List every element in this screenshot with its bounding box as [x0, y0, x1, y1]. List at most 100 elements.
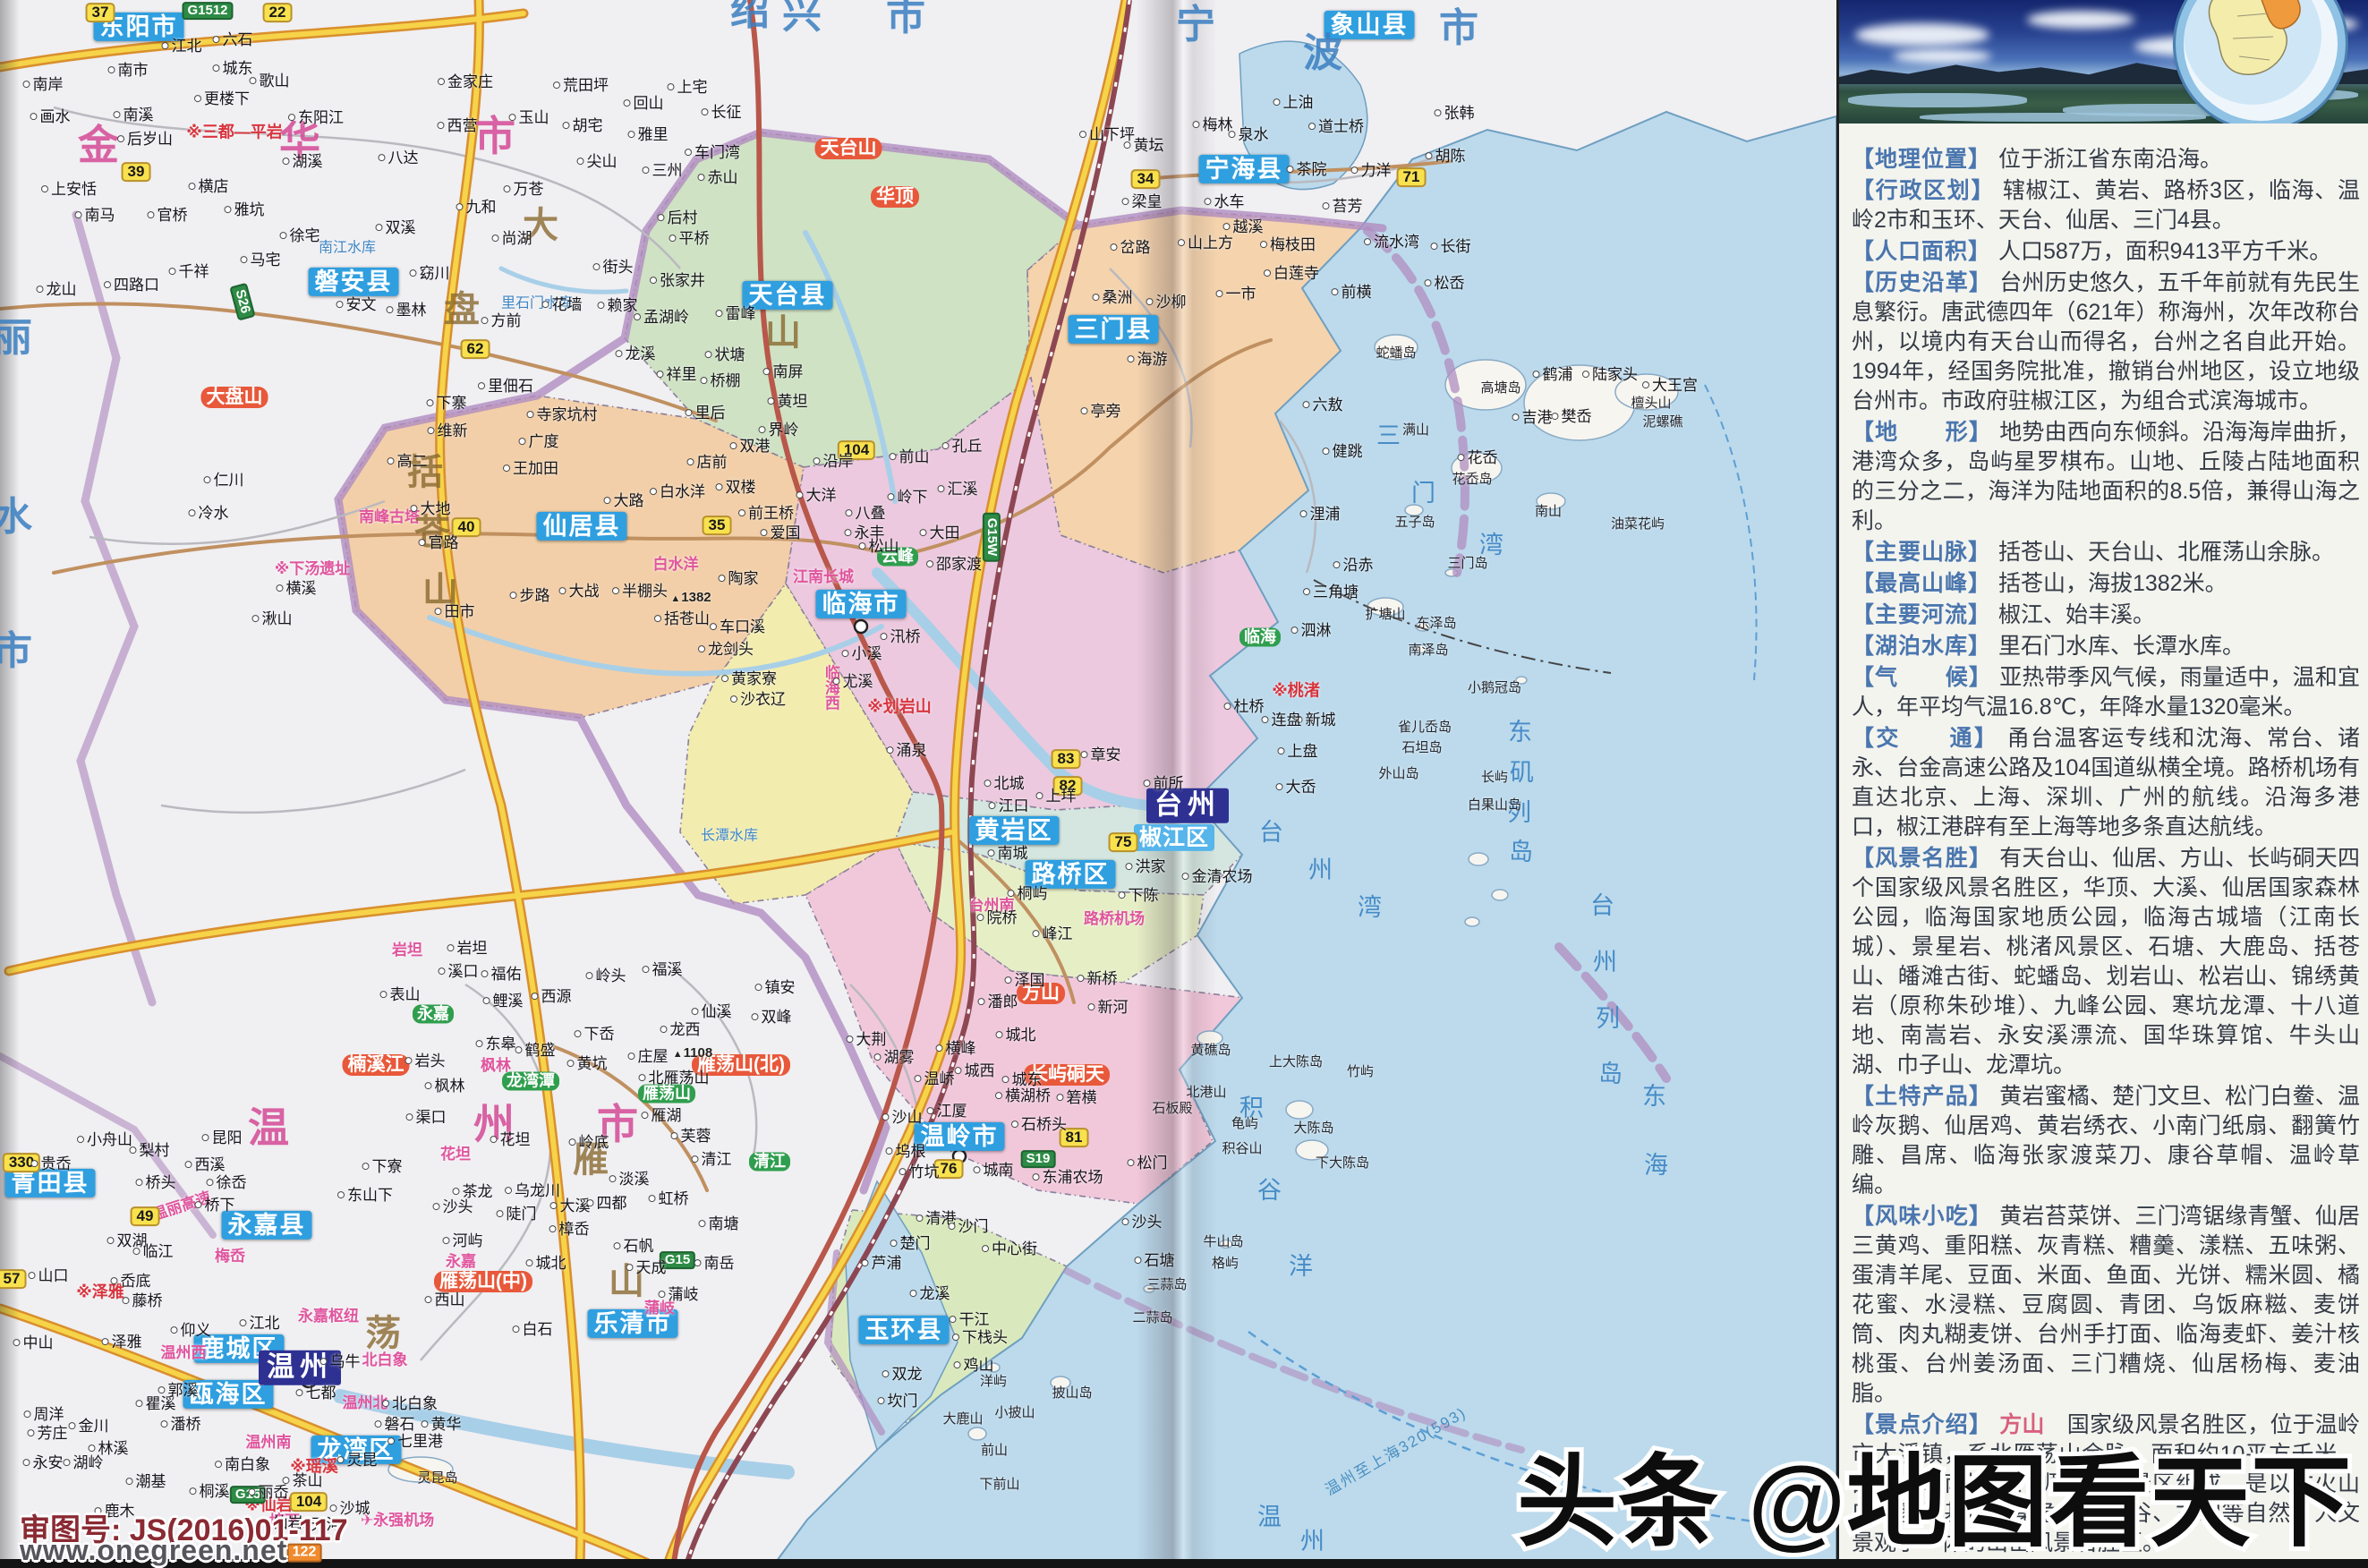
town-label: 孔丘 — [942, 439, 983, 455]
town-label: 双港 — [730, 439, 771, 455]
isl-label: 东泽岛 — [1416, 616, 1457, 632]
town-label: 窈川 — [410, 266, 450, 282]
town-label: 花岙 — [1458, 450, 1498, 466]
town-label: 沙山 — [882, 1110, 923, 1126]
isl-label: 上大陈岛 — [1268, 1054, 1324, 1070]
isl-label: 扩塘山 — [1365, 607, 1406, 623]
town-label: 楚门 — [890, 1236, 931, 1252]
town-label: 括苍山 — [654, 611, 710, 627]
isl-label: 高塘岛 — [1480, 380, 1521, 396]
shy-label: 71 — [1396, 167, 1427, 187]
isl-label: 格屿 — [1211, 1256, 1239, 1272]
town-label: 双龙 — [882, 1367, 923, 1383]
town-label: 六敖 — [1303, 397, 1343, 413]
town-label: 樊岙 — [1552, 409, 1592, 425]
town-label: 金家庄 — [438, 74, 493, 90]
town-label: 徐宅 — [280, 228, 320, 244]
town-label: 溪口 — [439, 964, 479, 980]
section-label: 【历史沿革】 — [1852, 270, 2000, 295]
town-label: 黄坑 — [567, 1056, 608, 1072]
town-label: 上油 — [1273, 95, 1314, 111]
town-label: 江北 — [162, 38, 202, 55]
green-label: 临海 — [1239, 627, 1281, 647]
section-label: 【地理位置】 — [1852, 147, 1998, 172]
town-label: 后岁山 — [117, 132, 173, 148]
isl-label: 白果山岛 — [1467, 797, 1522, 814]
town-label: 八叠 — [846, 506, 886, 522]
green-label: 永嘉 — [413, 1004, 454, 1024]
town-label: 大地 — [411, 501, 451, 517]
town-label: 上宅 — [668, 80, 708, 96]
town-label: 横湖桥 — [995, 1088, 1051, 1104]
town-label: 赤山 — [698, 170, 738, 186]
water-label: 东 — [1642, 1082, 1669, 1110]
town-label: 九和 — [456, 200, 497, 216]
town-label: 七里港 — [388, 1434, 443, 1450]
town-label: 温峤 — [915, 1071, 955, 1087]
water-label: 湾 — [1479, 531, 1506, 558]
section-label: 【风景名胜】 — [1852, 846, 2000, 871]
town-label: 河屿 — [443, 1233, 483, 1249]
town-label: 虹桥 — [649, 1191, 689, 1207]
town-label: 横溪 — [277, 581, 317, 597]
town-label: 石塘 — [1135, 1253, 1175, 1269]
town-label: 一市 — [1216, 286, 1256, 303]
section-label: 【行政区划】 — [1852, 178, 2003, 203]
town-label: 松门 — [1128, 1155, 1168, 1172]
town-label: 湖溪 — [283, 154, 323, 170]
town-label: 南溪 — [114, 107, 154, 124]
scenic-label: 楠溪江 — [342, 1053, 410, 1077]
town-label: 方前 — [481, 313, 522, 329]
town-label: 乌龙川 — [505, 1183, 560, 1199]
town-label: 龙剑头 — [698, 642, 754, 658]
pink-label: 温州南 — [245, 1434, 292, 1452]
isl-label: 蛇蟠岛 — [1376, 345, 1417, 362]
pink-label: 岩坦 — [392, 942, 422, 959]
bigm-label: 金 — [78, 121, 119, 168]
town-label: 尤溪 — [833, 674, 873, 690]
town-label: 小溪 — [842, 646, 882, 662]
town-label: 广度 — [519, 434, 559, 450]
bigbl-label: 绍 — [730, 0, 770, 33]
scentxt-label: ※桃渚 — [1272, 681, 1320, 700]
section-label: 【地 形】 — [1852, 420, 2000, 445]
town-label: 昆阳 — [202, 1130, 243, 1146]
town-label: 孟湖岭 — [634, 310, 689, 326]
town-label: 仰义 — [171, 1323, 211, 1339]
water-label: 矶 — [1510, 758, 1537, 786]
town-label: 潮基 — [126, 1474, 166, 1490]
town-label: 花坦 — [490, 1132, 531, 1148]
water-label: 海 — [1644, 1151, 1671, 1179]
inset-map-art — [2184, 0, 2321, 105]
isl-label: 大陈岛 — [1293, 1121, 1334, 1137]
town-label: 海游 — [1128, 352, 1168, 368]
isl-label: 雀儿岙岛 — [1397, 720, 1452, 736]
res-label: 长潭水库 — [700, 828, 759, 844]
info-panel: 【地理位置】 位于浙江省东南沿海。 【行政区划】 辖椒江、黄岩、路桥3区，临海、… — [1836, 0, 2368, 1568]
bigbr-label: 山 — [765, 313, 801, 353]
town-label: 里后 — [686, 405, 726, 422]
green-label: 雁荡山 — [638, 1084, 695, 1104]
isl-label: 北港山 — [1186, 1085, 1227, 1101]
isl-label: 积谷山 — [1222, 1141, 1263, 1157]
town-label: 杜桥 — [1224, 699, 1265, 715]
town-label: 磐石 — [375, 1417, 415, 1433]
section-body: 位于浙江省东南沿海。 — [1997, 147, 2222, 172]
town-label: 白莲寺 — [1264, 266, 1319, 282]
section-label: 【气 候】 — [1852, 665, 2000, 690]
pink-label: 温州北 — [342, 1394, 388, 1412]
town-label: 乌牛 — [320, 1354, 361, 1370]
town-label: 前横 — [1332, 285, 1372, 301]
map-label-layer: 东阳市 磐安县 天台县 三门县 宁海县 象山县 仙居县 临海市 黄岩区 路桥区 温岭市 玉环县 乐清市永… — [0, 0, 1836, 1568]
town-label: 车门湾 — [685, 145, 740, 161]
water-label: 洋 — [1289, 1252, 1316, 1280]
district-label: 椒江区 — [1133, 823, 1215, 852]
town-label: 玉山 — [509, 110, 549, 126]
town-label: 荒田坪 — [553, 78, 609, 94]
town-label: 祥里 — [657, 367, 697, 383]
town-label: 大荆 — [847, 1032, 887, 1048]
isl-label: 龟屿 — [1231, 1116, 1259, 1132]
shy-label: 49 — [130, 1206, 160, 1226]
town-label: 清江 — [692, 1152, 732, 1168]
town-label: 尖山 — [577, 154, 618, 170]
